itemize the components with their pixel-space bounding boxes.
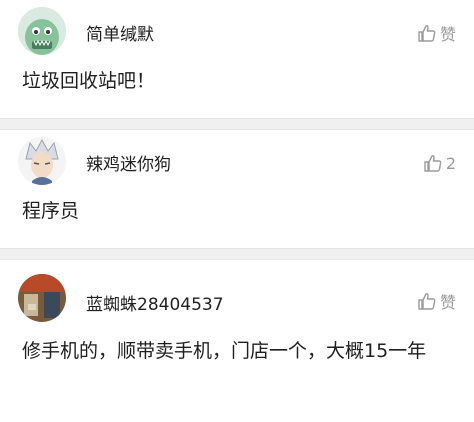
username[interactable]: 蓝蜘蛛28404537 <box>86 290 224 315</box>
username[interactable]: 辣鸡迷你狗 <box>86 150 171 175</box>
comment-text: 垃圾回收站吧！ <box>22 70 156 92</box>
like-button[interactable]: 2 <box>423 152 456 174</box>
comment-header: 蓝蜘蛛28404537 赞 <box>0 260 474 324</box>
thumbs-up-icon <box>423 153 443 173</box>
like-button[interactable]: 赞 <box>417 290 456 312</box>
comment-separator <box>0 118 474 130</box>
like-count: 2 <box>445 153 456 173</box>
user-avatar[interactable] <box>18 7 66 55</box>
like-label: 赞 <box>439 25 456 44</box>
comment-item: 简单缄默 赞 垃圾回收站吧！ <box>0 0 474 118</box>
comment-text: 修手机的，顺带卖手机，门店一个，大概15一年 <box>22 340 427 362</box>
comment-header: 辣鸡迷你狗 2 <box>0 130 474 190</box>
thumbs-up-icon <box>417 291 437 311</box>
username[interactable]: 简单缄默 <box>86 20 154 45</box>
comment-header: 简单缄默 赞 <box>0 0 474 60</box>
comment-separator <box>0 248 474 260</box>
like-button[interactable]: 赞 <box>417 22 456 44</box>
user-avatar[interactable] <box>18 137 66 185</box>
user-avatar[interactable] <box>18 274 66 322</box>
comment-text: 程序员 <box>22 200 80 222</box>
comment-item: 辣鸡迷你狗 2 程序员 <box>0 130 474 248</box>
comment-item: 蓝蜘蛛28404537 赞 修手机的，顺带卖手机，门店一个，大概15一年 <box>0 260 474 422</box>
like-label: 赞 <box>439 293 456 312</box>
thumbs-up-icon <box>417 23 437 43</box>
